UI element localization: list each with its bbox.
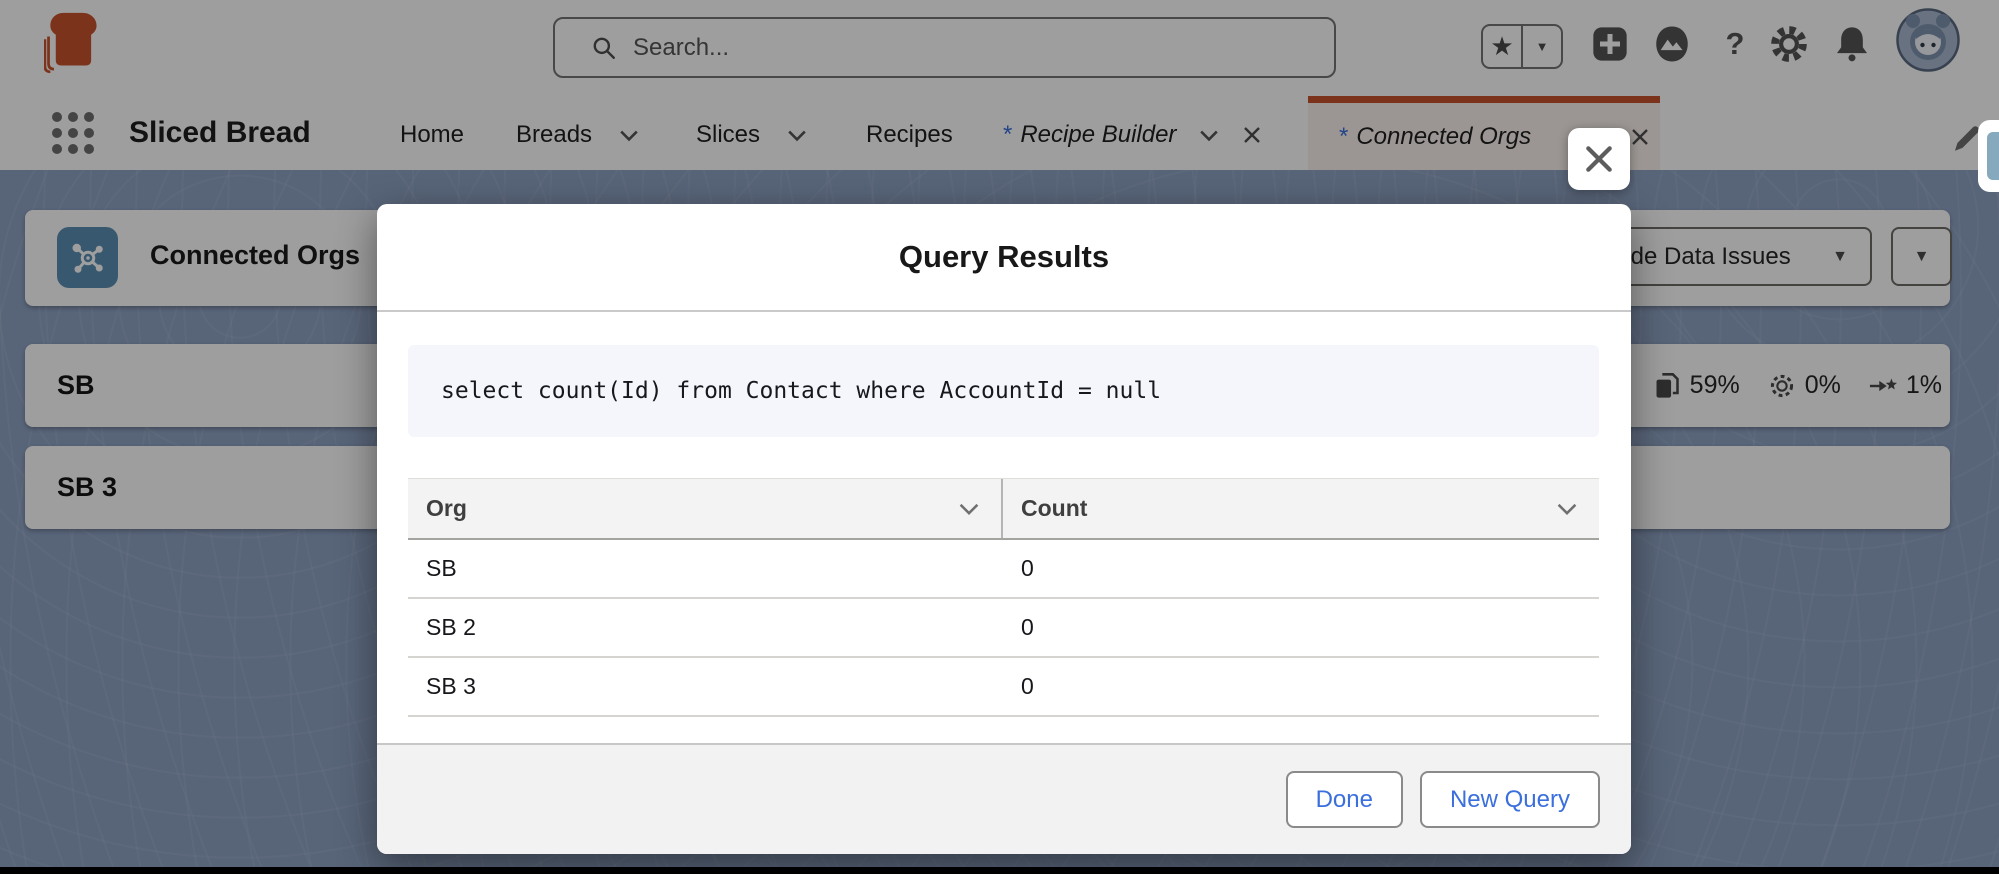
right-edge-docked-panel[interactable] [1978, 120, 1999, 192]
modal-close-button[interactable] [1568, 128, 1630, 190]
docked-panel-chip [1987, 132, 1999, 180]
new-query-button[interactable]: New Query [1419, 771, 1600, 828]
column-header-count[interactable]: Count [1003, 479, 1599, 538]
soql-query-display: select count(Id) from Contact where Acco… [408, 345, 1599, 437]
query-results-modal: Query Results select count(Id) from Cont… [377, 204, 1631, 854]
column-header-org[interactable]: Org [408, 479, 1003, 538]
screen: ★ ▼ ? [0, 0, 1999, 874]
query-results-table: Org Count SB 0 SB 2 0 SB 3 0 [408, 478, 1599, 717]
modal-title: Query Results [898, 239, 1110, 274]
screen-bottom-edge [0, 867, 1999, 874]
modal-header: Query Results [377, 204, 1631, 312]
table-row: SB 0 [408, 540, 1599, 599]
chevron-down-icon [959, 503, 979, 515]
table-row: SB 2 0 [408, 599, 1599, 658]
chevron-down-icon [1557, 503, 1577, 515]
modal-footer: Done New Query [377, 743, 1631, 854]
table-row: SB 3 0 [408, 658, 1599, 717]
close-icon [1586, 146, 1612, 172]
done-button[interactable]: Done [1285, 771, 1403, 828]
table-header-row: Org Count [408, 478, 1599, 540]
